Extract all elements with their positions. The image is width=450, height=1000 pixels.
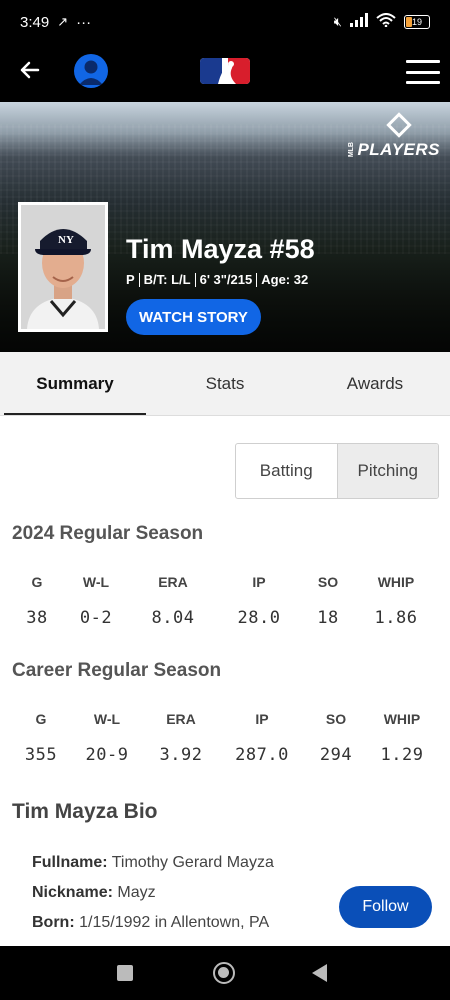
player-age: Age: 32 [261,272,309,287]
career-title: Career Regular Season [12,660,222,681]
stat-header: WHIP [383,711,421,727]
bio-nickname: Nickname: Mayz [32,884,156,902]
battery-level: 19 [411,17,422,27]
signal-icon [350,13,368,31]
more-notifications-icon: ··· [76,13,92,31]
stat-header: IP [252,574,266,590]
bio-fullname-value: Timothy Gerard Mayza [111,854,274,871]
stat-value: 3.92 [159,745,203,765]
tab-summary[interactable]: Summary [0,352,150,416]
stat-value: 294 [319,745,353,765]
stat-value: 20-9 [85,745,129,765]
stat-value: 355 [24,745,58,765]
watch-story-button[interactable]: WATCH STORY [126,299,261,335]
season-2024-title: 2024 Regular Season [12,523,204,544]
stat-value: 38 [26,608,48,628]
stat-value: 1.86 [374,608,418,628]
status-bar: 3:49 ↗ ··· 🔇︎ 19 [0,0,450,44]
hamburger-menu-icon[interactable] [406,60,440,84]
system-nav-bar [0,946,450,1000]
home-icon[interactable] [213,962,235,984]
player-position: P [126,272,135,287]
bio-fullname: Fullname: Timothy Gerard Mayza [32,854,274,872]
bio-nickname-label: Nickname: [32,884,113,901]
stat-header: W-L [82,574,110,590]
season-2024-stats: G W-L ERA IP SO WHIP 38 0-2 8.04 28.0 18… [0,574,450,628]
svg-text:NY: NY [58,234,74,246]
player-meta: P B/T: L/L 6' 3"/215 Age: 32 [126,272,308,287]
mlb-players-badge: MLB PLAYERS [348,112,440,160]
tab-awards[interactable]: Awards [300,352,450,416]
tab-stats[interactable]: Stats [150,352,300,416]
badge-small-label: MLB [348,142,356,158]
missed-call-icon: ↗ [57,14,69,29]
stat-value: 8.04 [151,608,195,628]
bio-fullname-label: Fullname: [32,854,108,871]
stat-value: 18 [317,608,339,628]
status-time: 3:49 [20,13,50,31]
bio-title: Tim Mayza Bio [12,800,158,823]
stat-value: 28.0 [237,608,281,628]
batting-toggle-button[interactable]: Batting [236,444,337,498]
pitching-toggle-button[interactable]: Pitching [336,444,438,498]
career-stats: G W-L ERA IP SO WHIP 355 20-9 3.92 287.0… [0,711,450,765]
stat-header: SO [317,574,339,590]
battery-icon: 19 [404,15,430,29]
mlb-logo-icon[interactable] [200,58,250,84]
bio-born: Born: 1/15/1992 in Allentown, PA [32,914,269,932]
bio-born-label: Born: [32,914,75,931]
stat-header: SO [325,711,347,727]
stat-header: ERA [166,711,196,727]
stat-value: 1.29 [380,745,424,765]
stat-value: 287.0 [235,745,289,765]
tab-bar: Summary Stats Awards [0,352,450,416]
player-headshot: NY [18,202,108,332]
follow-button[interactable]: Follow [339,886,432,928]
back-arrow-icon[interactable] [18,58,46,86]
player-bats-throws: B/T: L/L [143,272,191,287]
bio-nickname-value: Mayz [117,884,156,901]
summary-content: Batting Pitching 2024 Regular Season G W… [0,416,450,946]
stat-header: G [35,711,47,727]
player-height-weight: 6' 3"/215 [199,272,253,287]
stat-header: IP [255,711,269,727]
wifi-icon [376,13,396,31]
mute-icon: 🔇︎ [333,14,342,29]
stat-value: 0-2 [79,608,113,628]
bio-born-value: 1/15/1992 in Allentown, PA [79,914,270,931]
badge-label: PLAYERS [357,140,440,159]
back-triangle-icon[interactable] [312,964,327,982]
top-nav [0,44,450,102]
player-name: Tim Mayza #58 [126,234,315,264]
stat-header: WHIP [377,574,415,590]
stat-header: G [31,574,43,590]
user-avatar-icon[interactable] [74,54,108,88]
stat-header: W-L [93,711,121,727]
recents-icon[interactable] [117,965,133,981]
diamond-icon [385,112,412,138]
player-hero: MLB PLAYERS NY Tim Mayza #58 P B/T: L/L … [0,102,450,352]
stat-header: ERA [158,574,188,590]
batting-pitching-toggle: Batting Pitching [235,443,439,499]
